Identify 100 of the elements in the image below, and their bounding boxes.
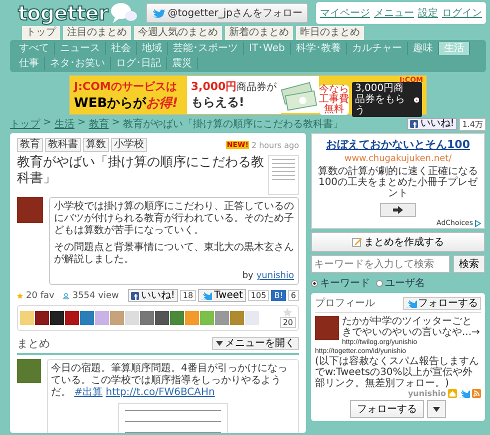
caret-down-icon	[216, 341, 223, 346]
tab[interactable]: 新着のまとめ	[225, 26, 293, 40]
user-avatar[interactable]	[200, 311, 214, 325]
tag-link[interactable]: 小学校	[111, 138, 147, 152]
description-text: その問題点と背景事情について、東北大の黒木玄さんが解説しました。	[54, 242, 294, 266]
arrow-right-icon	[393, 206, 403, 214]
twitter-bird-icon	[150, 8, 165, 18]
like-button[interactable]: いいね!	[128, 289, 178, 302]
tab[interactable]: トップ	[22, 26, 60, 40]
user-avatar[interactable]	[185, 311, 199, 325]
create-summary-button[interactable]: まとめを作成する	[311, 232, 485, 252]
tweet-link[interactable]: http://t.co/FW6BCAHn	[106, 387, 215, 398]
twitter-bird-icon	[406, 298, 417, 308]
banner-text: もらえる!	[190, 94, 246, 111]
facebook-icon	[410, 120, 418, 128]
author-avatar[interactable]	[17, 197, 43, 223]
profile-bio: たかが中学のツイッターごときでやいのやいの言いなや...→	[342, 316, 481, 338]
caret-down-icon	[433, 406, 440, 412]
tweet-count: 105	[248, 290, 270, 301]
user-avatar[interactable]	[17, 359, 41, 383]
header-link[interactable]: メニュー	[374, 6, 414, 20]
menu-button[interactable]: メニューを開く	[212, 337, 299, 350]
header-link[interactable]: ログイン	[442, 6, 482, 20]
author-link[interactable]: yunishio	[256, 271, 294, 281]
profile-avatar[interactable]	[315, 316, 339, 340]
pencil-note-icon	[352, 237, 362, 247]
user-avatar[interactable]	[140, 311, 154, 325]
ad-url: www.chugakujuken.net/	[344, 154, 452, 164]
post-time: 2 hours ago	[251, 140, 299, 150]
play-triangle-icon	[475, 220, 481, 226]
like-count: 18	[180, 290, 196, 301]
banknotes-drawing	[280, 76, 319, 113]
breadcrumb-separator: >	[43, 117, 52, 130]
user-avatar[interactable]	[80, 311, 94, 325]
tweet-button[interactable]: Tweet	[198, 289, 246, 302]
view-count: 3554 view	[72, 290, 119, 300]
speech-bubbles-icon	[110, 1, 138, 25]
radio-button[interactable]	[311, 280, 318, 286]
facebook-icon	[130, 292, 139, 300]
star-icon	[17, 290, 24, 300]
arrow-circle-icon	[414, 94, 419, 104]
tag-link[interactable]: 算数	[83, 138, 109, 152]
radio-label[interactable]: ユーザ名	[385, 276, 425, 290]
tag-link[interactable]: 教育	[17, 138, 43, 152]
profile-name: yunishio	[408, 389, 446, 398]
user-avatar[interactable]	[95, 311, 109, 325]
section-title: まとめ	[17, 336, 50, 351]
tab[interactable]: 今週人気のまとめ	[134, 26, 222, 40]
breadcrumb-link[interactable]: 生活	[54, 117, 74, 131]
radio-button[interactable]	[376, 280, 383, 286]
user-avatar[interactable]	[20, 311, 34, 325]
radio-label[interactable]: キーワード	[320, 276, 370, 290]
banner-text: 商品券が	[236, 82, 277, 93]
user-avatar[interactable]	[245, 311, 259, 325]
header-link[interactable]: 設定	[418, 6, 438, 20]
user-avatar[interactable]	[125, 311, 139, 325]
twitter-bird-icon	[459, 389, 470, 398]
star-icon	[283, 308, 292, 317]
breadcrumb-link[interactable]: トップ	[10, 117, 40, 131]
breadcrumb-separator: >	[112, 117, 120, 130]
ad-title-link[interactable]: おぼえておかないとそん100	[326, 137, 470, 152]
ad-arrow-button[interactable]	[380, 203, 416, 217]
breadcrumb-current: 教育がやばい「掛け算の順序にこだわる教科書」	[123, 118, 344, 131]
like-count: 1.4万	[459, 118, 486, 130]
user-avatar[interactable]	[215, 311, 229, 325]
profile-bio: (以下は容赦なくスパム報告しますんでw:Tweetsの30%以上が宣伝や外部リンク。無差別フォロー。)	[315, 356, 480, 389]
banner-amount: 3,000円	[190, 80, 237, 93]
breadcrumb-link[interactable]: 教育	[88, 117, 109, 131]
follow-button[interactable]: フォローする	[350, 400, 424, 418]
user-avatar[interactable]	[230, 311, 244, 325]
follow-button[interactable]: フォローする	[403, 296, 481, 310]
user-avatar[interactable]	[65, 311, 79, 325]
person-icon	[63, 290, 70, 300]
tab[interactable]: 注目のまとめ	[63, 26, 131, 40]
ad-text: 算数の計算が劇的に速く正確になる 100の工夫をまとめた小冊子プレゼント	[317, 166, 479, 199]
banner-accent: お得!	[146, 96, 178, 110]
bookmark-button[interactable]: B!	[271, 290, 286, 301]
like-button[interactable]: いいね!	[407, 118, 458, 130]
banner-badge: 今なら工事費無料	[319, 84, 349, 114]
banner-headline: WEBからが	[74, 96, 146, 110]
twitter-bird-icon	[201, 291, 212, 300]
tag-link[interactable]: 教科書	[45, 138, 81, 152]
user-avatar[interactable]	[50, 311, 64, 325]
user-avatar[interactable]	[155, 311, 169, 325]
breadcrumb-separator: >	[77, 117, 86, 130]
follow-button[interactable]: @togetter_jpさんをフォロー	[146, 3, 308, 23]
search-button[interactable]: 検索	[453, 255, 485, 273]
banner-cta-button[interactable]: 3,000円商品券をもらう	[352, 82, 422, 117]
bookmark-count: 6	[288, 290, 299, 301]
search-field[interactable]: キーワードを入力して検索	[311, 255, 450, 273]
fav-count: 20 fav	[26, 290, 54, 300]
profile-title: プロフィール	[315, 296, 375, 310]
header-link[interactable]: マイページ	[320, 6, 370, 20]
user-avatar[interactable]	[170, 311, 184, 325]
rss-icon	[472, 389, 481, 398]
tab[interactable]: 昨日のまとめ	[296, 26, 364, 40]
hashtag-link[interactable]: #出算	[74, 387, 103, 398]
dropdown-button[interactable]	[427, 400, 446, 418]
user-avatar[interactable]	[35, 311, 49, 325]
user-avatar[interactable]	[110, 311, 124, 325]
